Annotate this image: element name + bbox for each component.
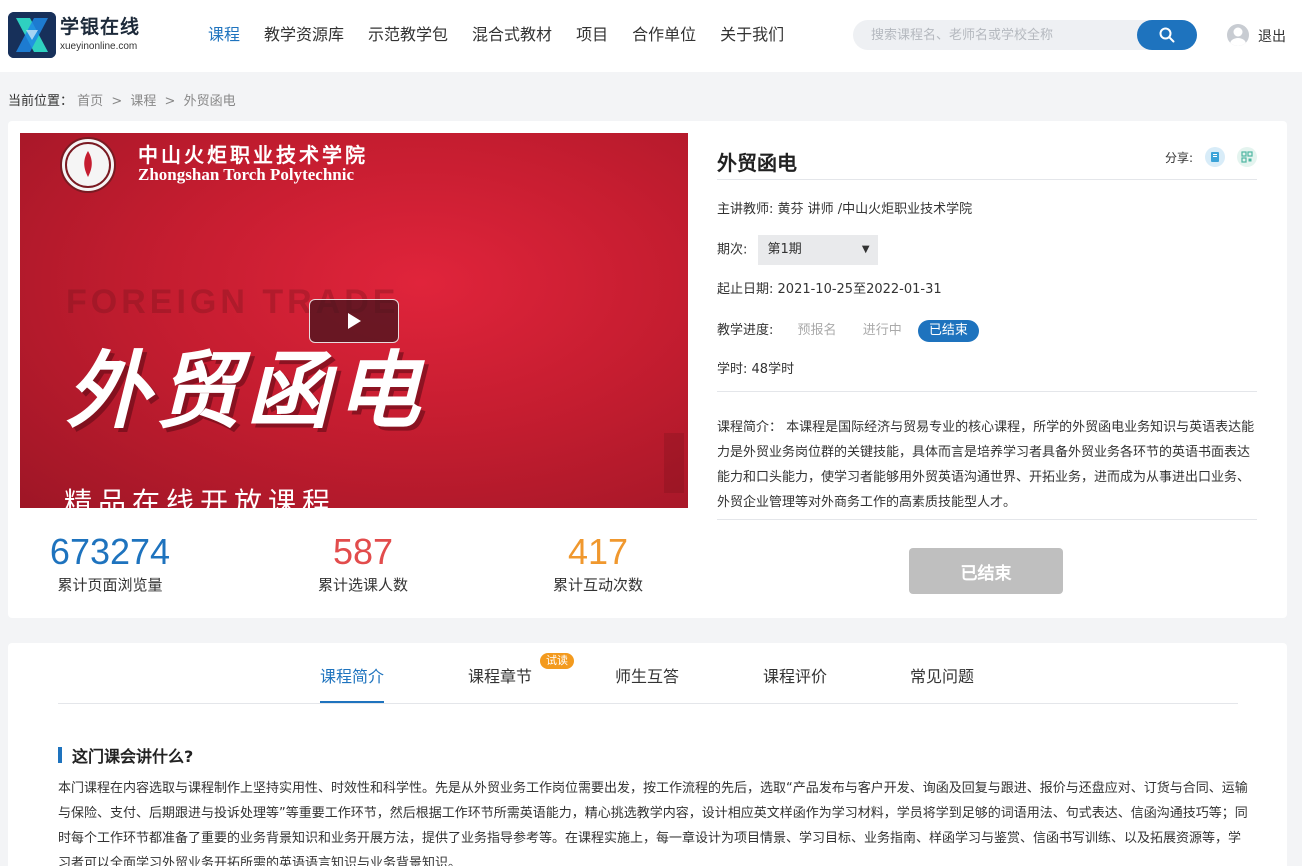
teacher-label: 主讲教师: <box>717 202 774 217</box>
course-stats: 673274 累计页面浏览量 587 累计选课人数 417 累计互动次数 <box>20 531 688 601</box>
stat-label: 累计页面浏览量 <box>57 576 163 594</box>
play-button[interactable] <box>309 299 399 343</box>
term-row: 期次: 第1期 ▼ <box>717 235 878 265</box>
trial-badge: 试读 <box>540 653 574 669</box>
nav-item-projects[interactable]: 项目 <box>576 24 608 46</box>
progress-label: 教学进度: <box>717 323 774 338</box>
active-tab-indicator <box>320 701 384 703</box>
logout-link[interactable]: 退出 <box>1258 26 1286 46</box>
hours-label: 学时: <box>717 362 748 377</box>
nav-item-partners[interactable]: 合作单位 <box>632 24 696 46</box>
course-video-player[interactable]: 中山火炬职业技术学院 Zhongshan Torch Polytechnic F… <box>20 133 688 508</box>
breadcrumb-separator: > <box>111 94 123 109</box>
tab-qa[interactable]: 师生互答 <box>615 663 679 687</box>
nav-item-about[interactable]: 关于我们 <box>720 24 784 46</box>
search-bar <box>853 20 1197 50</box>
play-icon <box>348 313 361 329</box>
teacher-row: 主讲教师: 黄芬 讲师 /中山火炬职业技术学院 <box>717 200 972 220</box>
section-body-text: 本门课程在内容选取与课程制作上坚持实用性、时效性和科学性。先是从外贸业务工作岗位… <box>58 781 1248 866</box>
school-seal-logo <box>60 137 116 193</box>
course-details-section: 课程简介 课程章节 试读 师生互答 课程评价 常见问题 这门课会讲什么? 本门课… <box>8 643 1287 866</box>
course-title: 外贸函电 <box>717 151 797 175</box>
tab-faq[interactable]: 常见问题 <box>910 663 974 687</box>
progress-step-ongoing: 进行中 <box>862 323 902 338</box>
stat-interactions: 417 累计互动次数 <box>508 531 688 595</box>
logo-text[interactable]: 学银在线 xueyinonline.com <box>60 16 140 53</box>
course-ended-button[interactable]: 已结束 <box>909 548 1063 594</box>
stat-enrolled: 587 累计选课人数 <box>273 531 453 595</box>
user-avatar[interactable] <box>1227 24 1249 46</box>
top-header: 学银在线 xueyinonline.com 课程 教学资源库 示范教学包 混合式… <box>0 0 1302 72</box>
term-label: 期次: <box>717 242 748 258</box>
divider <box>717 391 1257 392</box>
breadcrumb: 当前位置： 首页 > 课程 > 外贸函电 <box>8 90 236 109</box>
video-course-title: 外贸函电 <box>66 342 427 440</box>
share-book-icon[interactable] <box>1205 147 1225 167</box>
course-intro: 课程简介： 本课程是国际经济与贸易专业的核心课程，所学的外贸函电业务知识与英语表… <box>717 415 1257 515</box>
share-label: 分享: <box>1164 150 1193 165</box>
main-nav: 课程 教学资源库 示范教学包 混合式教材 项目 合作单位 关于我们 <box>196 24 796 46</box>
progress-step-preregister: 预报名 <box>797 323 837 338</box>
section-heading-text: 这门课会讲什么? <box>72 747 194 766</box>
course-card: 中山火炬职业技术学院 Zhongshan Torch Polytechnic F… <box>8 121 1287 618</box>
search-icon <box>1159 27 1175 43</box>
nav-item-demo-package[interactable]: 示范教学包 <box>368 24 448 46</box>
breadcrumb-current: 外贸函电 <box>183 94 236 109</box>
hours-row: 学时: 48学时 <box>717 360 794 380</box>
intro-label: 课程简介： <box>717 420 783 435</box>
section-heading-bar <box>58 747 62 763</box>
stat-page-views: 673274 累计页面浏览量 <box>20 531 200 595</box>
breadcrumb-courses[interactable]: 课程 <box>130 94 156 109</box>
tab-chapters[interactable]: 课程章节 <box>468 663 532 687</box>
search-button[interactable] <box>1137 20 1197 50</box>
dropdown-arrow-icon: ▼ <box>861 244 870 255</box>
hours-value: 48学时 <box>751 362 795 377</box>
divider <box>717 519 1257 520</box>
user-icon <box>1230 27 1246 46</box>
nav-item-courses[interactable]: 课程 <box>208 24 240 46</box>
share-qrcode-icon[interactable] <box>1237 147 1257 167</box>
site-logo[interactable] <box>8 12 56 58</box>
stat-label: 累计选课人数 <box>317 576 408 594</box>
video-watermark <box>664 433 684 493</box>
term-select[interactable]: 第1期 ▼ <box>757 235 878 265</box>
breadcrumb-prefix: 当前位置： <box>8 94 74 109</box>
breadcrumb-separator: > <box>164 94 176 109</box>
logo-subtitle: xueyinonline.com <box>60 41 138 52</box>
nav-item-resource-library[interactable]: 教学资源库 <box>264 24 344 46</box>
share-bar: 分享: <box>1165 147 1257 167</box>
video-school-name-cn: 中山火炬职业技术学院 <box>138 143 368 167</box>
course-tabs: 课程简介 课程章节 试读 师生互答 课程评价 常见问题 <box>58 643 1238 704</box>
progress-step-ended: 已结束 <box>917 320 979 342</box>
term-selected-value: 第1期 <box>767 242 802 257</box>
divider <box>717 179 1257 180</box>
date-label: 起止日期: <box>717 282 774 297</box>
teacher-value: 黄芬 讲师 /中山火炬职业技术学院 <box>777 202 973 217</box>
date-row: 起止日期: 2021-10-25至2022-01-31 <box>717 280 942 300</box>
section-heading: 这门课会讲什么? <box>58 743 193 767</box>
nav-item-blended-textbooks[interactable]: 混合式教材 <box>472 24 552 46</box>
date-value: 2021-10-25至2022-01-31 <box>777 282 942 297</box>
logo-title: 学银在线 <box>60 16 141 38</box>
stat-value: 417 <box>567 531 629 572</box>
progress-row: 教学进度: 预报名 进行中 已结束 <box>717 320 979 342</box>
logo-x-icon <box>8 12 56 58</box>
video-subtitle: 精品在线开放课程 <box>64 486 337 508</box>
search-input[interactable] <box>871 20 1121 50</box>
stat-value: 587 <box>332 531 394 572</box>
breadcrumb-home[interactable]: 首页 <box>77 94 103 109</box>
tab-reviews[interactable]: 课程评价 <box>763 663 827 687</box>
video-school-name-en: Zhongshan Torch Polytechnic <box>138 165 355 184</box>
tab-course-intro[interactable]: 课程简介 <box>320 663 384 687</box>
stat-label: 累计互动次数 <box>552 576 643 594</box>
stat-value: 673274 <box>49 531 171 572</box>
intro-text: 本课程是国际经济与贸易专业的核心课程，所学的外贸函电业务知识与英语表达能力是外贸… <box>717 420 1255 510</box>
